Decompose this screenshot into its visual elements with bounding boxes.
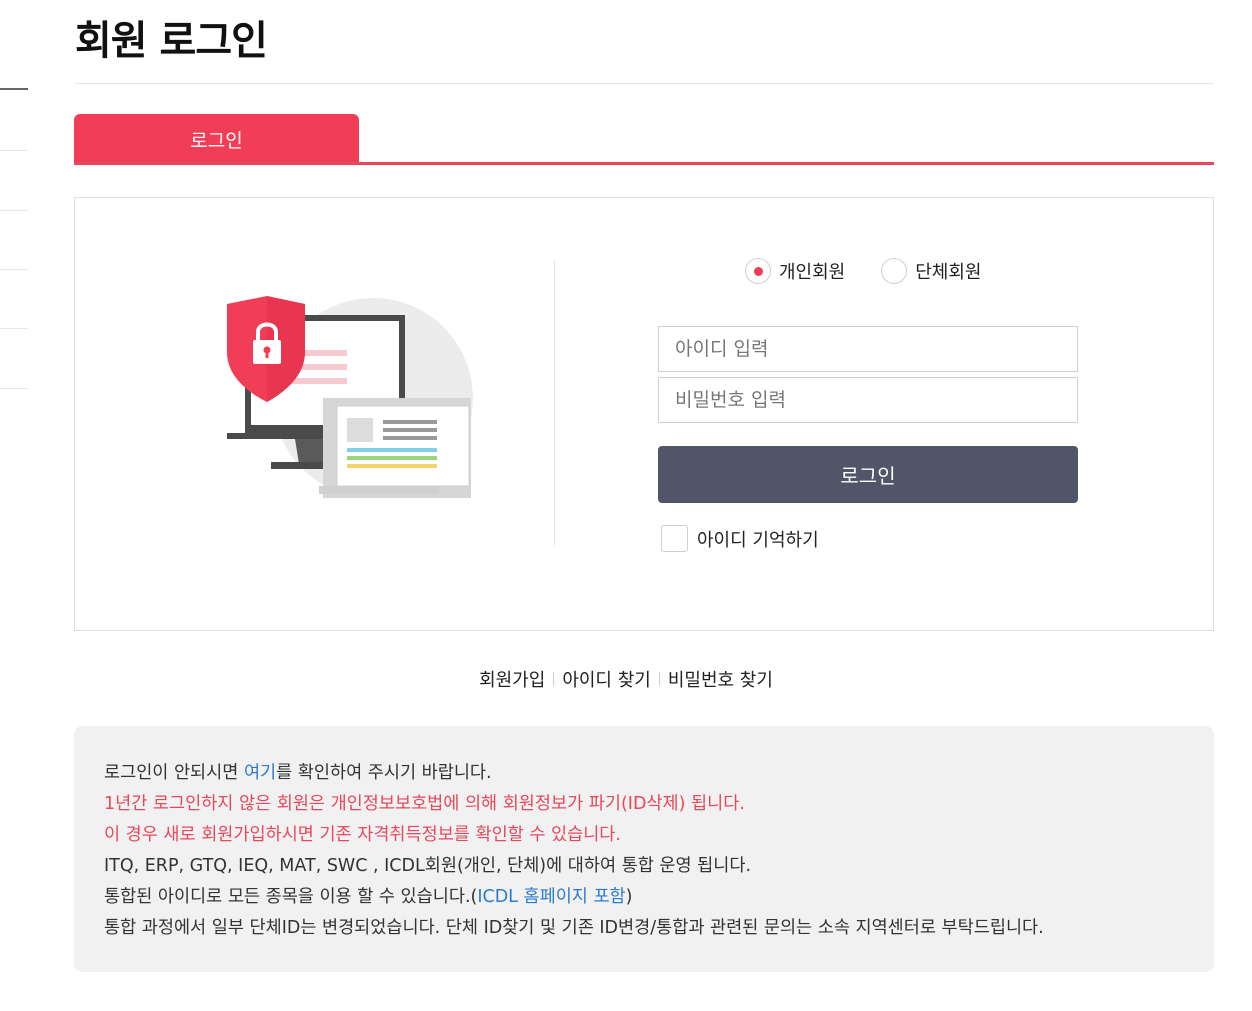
sidebar-active-line — [0, 88, 28, 90]
tab-underline — [74, 162, 1214, 165]
notice-box: 로그인이 안되시면 여기를 확인하여 주시기 바랍니다. 1년간 로그인하지 않… — [74, 726, 1214, 972]
find-id-link[interactable]: 아이디 찾기 — [554, 666, 659, 692]
notice-text: 를 확인하여 주시기 바랍니다. — [276, 763, 492, 783]
security-illustration-icon — [227, 296, 473, 498]
radio-selected-dot — [753, 266, 763, 276]
notice-warning-line: 이 경우 새로 회원가입하시면 기존 자격취득정보를 확인할 수 있습니다. — [104, 825, 621, 845]
radio-individual[interactable]: 개인회원 — [745, 258, 845, 284]
panel-divider — [554, 260, 555, 546]
title-divider — [75, 83, 1214, 84]
radio-individual-label: 개인회원 — [779, 262, 846, 283]
remember-id-checkbox[interactable] — [661, 525, 688, 552]
sidebar-divider — [0, 269, 28, 270]
sidebar-divider — [0, 150, 28, 151]
notice-line: 통합 과정에서 일부 단체ID는 변경되었습니다. 단체 ID찾기 및 기존 I… — [104, 918, 1044, 938]
tab-login[interactable]: 로그인 — [74, 114, 359, 164]
radio-group-member-circle[interactable] — [881, 258, 908, 284]
notice-text: 로그인이 안되시면 — [104, 763, 244, 783]
radio-group-member-label: 단체회원 — [915, 262, 982, 283]
sidebar-divider — [0, 328, 28, 329]
help-link[interactable]: 여기 — [244, 763, 276, 783]
remember-id[interactable]: 아이디 기억하기 — [661, 525, 819, 552]
login-panel: 개인회원 단체회원 로그인 아이디 기억하기 — [74, 197, 1214, 631]
page-title: 회원 로그인 — [75, 18, 268, 64]
member-type-group: 개인회원 단체회원 — [745, 258, 1018, 284]
icdl-homepage-link[interactable]: ICDL 홈페이지 포함 — [477, 887, 625, 907]
sidebar-divider — [0, 210, 28, 211]
notice-text: 통합된 아이디로 모든 종목을 이용 할 수 있습니다.( — [104, 887, 478, 907]
account-links: 회원가입 아이디 찾기 비밀번호 찾기 — [0, 666, 1252, 692]
remember-id-label: 아이디 기억하기 — [697, 529, 819, 551]
sidebar-divider — [0, 388, 28, 389]
notice-text: ) — [625, 887, 633, 907]
login-button[interactable]: 로그인 — [658, 446, 1078, 503]
signup-link[interactable]: 회원가입 — [471, 666, 553, 692]
radio-individual-circle[interactable] — [745, 258, 771, 284]
password-input[interactable] — [658, 377, 1078, 423]
id-input[interactable] — [658, 326, 1078, 372]
notice-line: 로그인이 안되시면 여기를 확인하여 주시기 바랍니다. — [104, 758, 1184, 789]
find-password-link[interactable]: 비밀번호 찾기 — [660, 666, 781, 692]
notice-line: ITQ, ERP, GTQ, IEQ, MAT, SWC , ICDL회원(개인… — [104, 856, 752, 876]
notice-line: 통합된 아이디로 모든 종목을 이용 할 수 있습니다.(ICDL 홈페이지 포… — [104, 882, 1184, 913]
radio-group-member[interactable]: 단체회원 — [881, 258, 982, 284]
notice-warning-line: 1년간 로그인하지 않은 회원은 개인정보보호법에 의해 회원정보가 파기(ID… — [104, 794, 745, 814]
